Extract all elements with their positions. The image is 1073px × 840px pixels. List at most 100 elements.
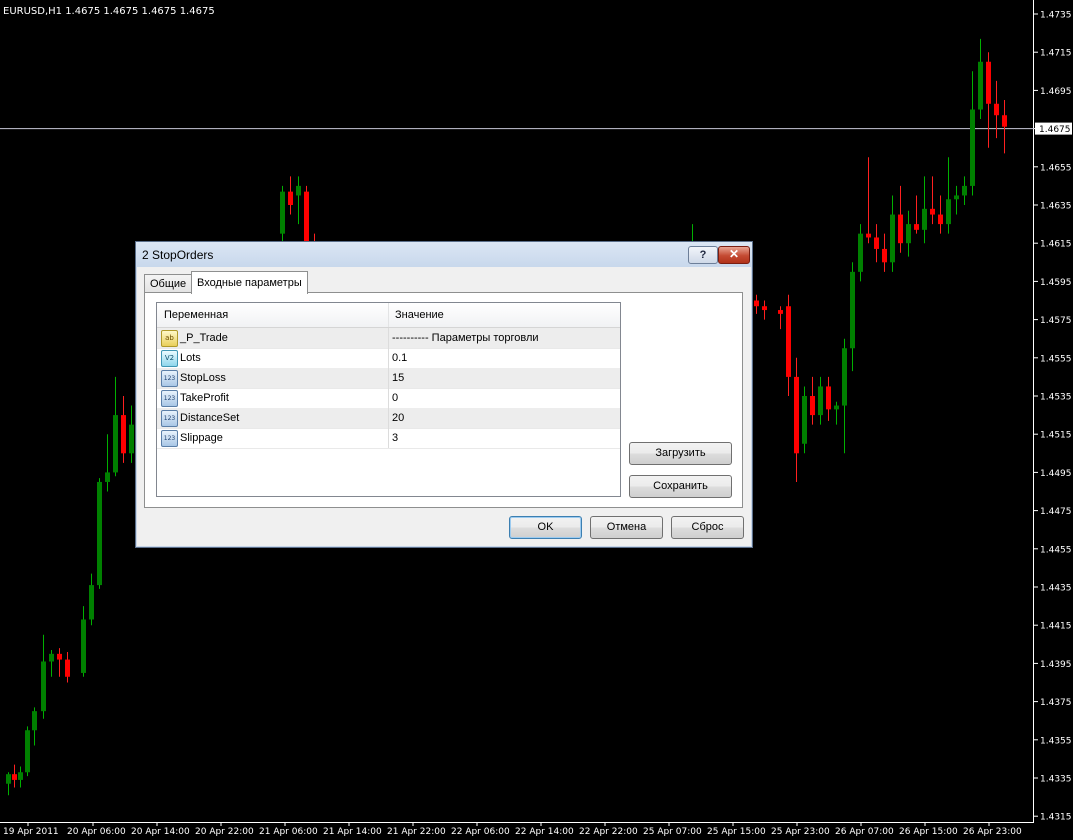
- candle-body: [866, 233, 871, 238]
- column-header-value[interactable]: Значение: [388, 303, 619, 327]
- candle-body: [834, 405, 839, 410]
- candle-body: [296, 185, 301, 196]
- price-label: 1.4375: [1040, 698, 1072, 708]
- candle-body: [41, 661, 46, 712]
- integer-type-icon: 123: [161, 390, 178, 407]
- variable-cell: 123 DistanceSet: [157, 408, 389, 428]
- price-label: 1.4435: [1040, 584, 1072, 594]
- variable-cell: 123 Slippage: [157, 428, 389, 448]
- candle-body: [65, 659, 70, 677]
- time-label: 25 Apr 07:00: [643, 827, 702, 837]
- close-button[interactable]: ✕: [718, 246, 750, 264]
- parameters-table[interactable]: Переменная Значение ab _P_Trade --------…: [156, 302, 621, 497]
- time-label: 26 Apr 15:00: [899, 827, 958, 837]
- candle-body: [858, 233, 863, 272]
- candle-body: [12, 774, 17, 780]
- candle-body: [850, 271, 855, 349]
- table-row[interactable]: V2 Lots 0.1: [157, 348, 620, 369]
- price-label: 1.4535: [1040, 393, 1072, 403]
- variable-name: StopLoss: [180, 372, 226, 384]
- variable-name: Slippage: [180, 432, 223, 444]
- save-button[interactable]: Сохранить: [629, 475, 732, 498]
- time-label: 26 Apr 07:00: [835, 827, 894, 837]
- price-label: 1.4395: [1040, 660, 1072, 670]
- candle-body: [810, 396, 815, 416]
- ok-button[interactable]: OK: [509, 516, 582, 539]
- reset-button[interactable]: Сброс: [671, 516, 744, 539]
- candle-body: [802, 396, 807, 444]
- price-label: 1.4635: [1040, 202, 1072, 212]
- price-label: 1.4415: [1040, 622, 1072, 632]
- candle-body: [25, 730, 30, 773]
- candle-body: [280, 191, 285, 234]
- integer-type-icon: 123: [161, 370, 178, 387]
- price-label: 1.4355: [1040, 736, 1072, 746]
- time-label: 21 Apr 06:00: [259, 827, 318, 837]
- help-button[interactable]: ?: [688, 246, 718, 264]
- string-type-icon: ab: [161, 330, 178, 347]
- table-row[interactable]: 123 TakeProfit 0: [157, 388, 620, 409]
- candle-body: [113, 415, 118, 473]
- time-label: 21 Apr 22:00: [387, 827, 446, 837]
- expert-properties-dialog: 2 StopOrders ? ✕ Общие Входные параметры…: [135, 241, 753, 548]
- time-label: 22 Apr 06:00: [451, 827, 510, 837]
- candle-body: [18, 772, 23, 780]
- candle-body: [105, 472, 110, 482]
- variable-name: TakeProfit: [180, 392, 229, 404]
- candle-body: [826, 386, 831, 410]
- load-button[interactable]: Загрузить: [629, 442, 732, 465]
- candle-body: [1002, 115, 1007, 127]
- candle-body: [922, 208, 927, 230]
- time-label: 25 Apr 15:00: [707, 827, 766, 837]
- value-cell[interactable]: 0: [392, 388, 398, 408]
- price-label: 1.4515: [1040, 431, 1072, 441]
- candle-body: [842, 348, 847, 406]
- value-cell[interactable]: 0.1: [392, 348, 407, 368]
- value-cell[interactable]: 20: [392, 408, 404, 428]
- price-label: 1.4615: [1040, 240, 1072, 250]
- candle-body: [898, 214, 903, 244]
- candle-body: [57, 653, 62, 660]
- candle-body: [786, 306, 791, 377]
- column-header-variable[interactable]: Переменная: [157, 303, 389, 327]
- time-label: 26 Apr 23:00: [963, 827, 1022, 837]
- candle-body: [754, 300, 759, 307]
- table-row[interactable]: 123 Slippage 3: [157, 428, 620, 449]
- price-label: 1.4595: [1040, 278, 1072, 288]
- candle-body: [49, 653, 54, 662]
- candle-body: [874, 237, 879, 249]
- price-label: 1.4335: [1040, 775, 1072, 785]
- time-label: 25 Apr 23:00: [771, 827, 830, 837]
- time-label: 20 Apr 22:00: [195, 827, 254, 837]
- candle-body: [6, 774, 11, 784]
- variable-cell: 123 StopLoss: [157, 368, 389, 388]
- variable-cell: 123 TakeProfit: [157, 388, 389, 408]
- dialog-titlebar[interactable]: 2 StopOrders ? ✕: [136, 242, 752, 267]
- candle-body: [946, 199, 951, 225]
- candle-body: [906, 224, 911, 244]
- candle-body: [288, 191, 293, 205]
- cancel-button[interactable]: Отмена: [590, 516, 663, 539]
- candle-body: [89, 585, 94, 620]
- price-label: 1.4475: [1040, 507, 1072, 517]
- variable-cell: ab _P_Trade: [157, 328, 389, 348]
- time-label: 22 Apr 22:00: [579, 827, 638, 837]
- tab-input-parameters[interactable]: Входные параметры: [191, 271, 308, 294]
- price-label: 1.4655: [1040, 163, 1072, 173]
- candle-body: [930, 208, 935, 215]
- tab-general[interactable]: Общие: [144, 274, 193, 293]
- candle-body: [890, 214, 895, 263]
- time-label: 22 Apr 14:00: [515, 827, 574, 837]
- value-cell[interactable]: 15: [392, 368, 404, 388]
- candle-body: [778, 310, 783, 314]
- candle-body: [32, 711, 37, 731]
- variable-name: DistanceSet: [180, 412, 240, 424]
- value-cell[interactable]: ---------- Параметры торговли: [392, 328, 539, 348]
- price-label: 1.4735: [1040, 11, 1072, 21]
- table-row[interactable]: 123 StopLoss 15: [157, 368, 620, 389]
- price-label: 1.4315: [1040, 813, 1072, 823]
- table-row[interactable]: ab _P_Trade ---------- Параметры торговл…: [157, 328, 620, 349]
- table-row[interactable]: 123 DistanceSet 20: [157, 408, 620, 429]
- value-cell[interactable]: 3: [392, 428, 398, 448]
- candle-body: [978, 61, 983, 110]
